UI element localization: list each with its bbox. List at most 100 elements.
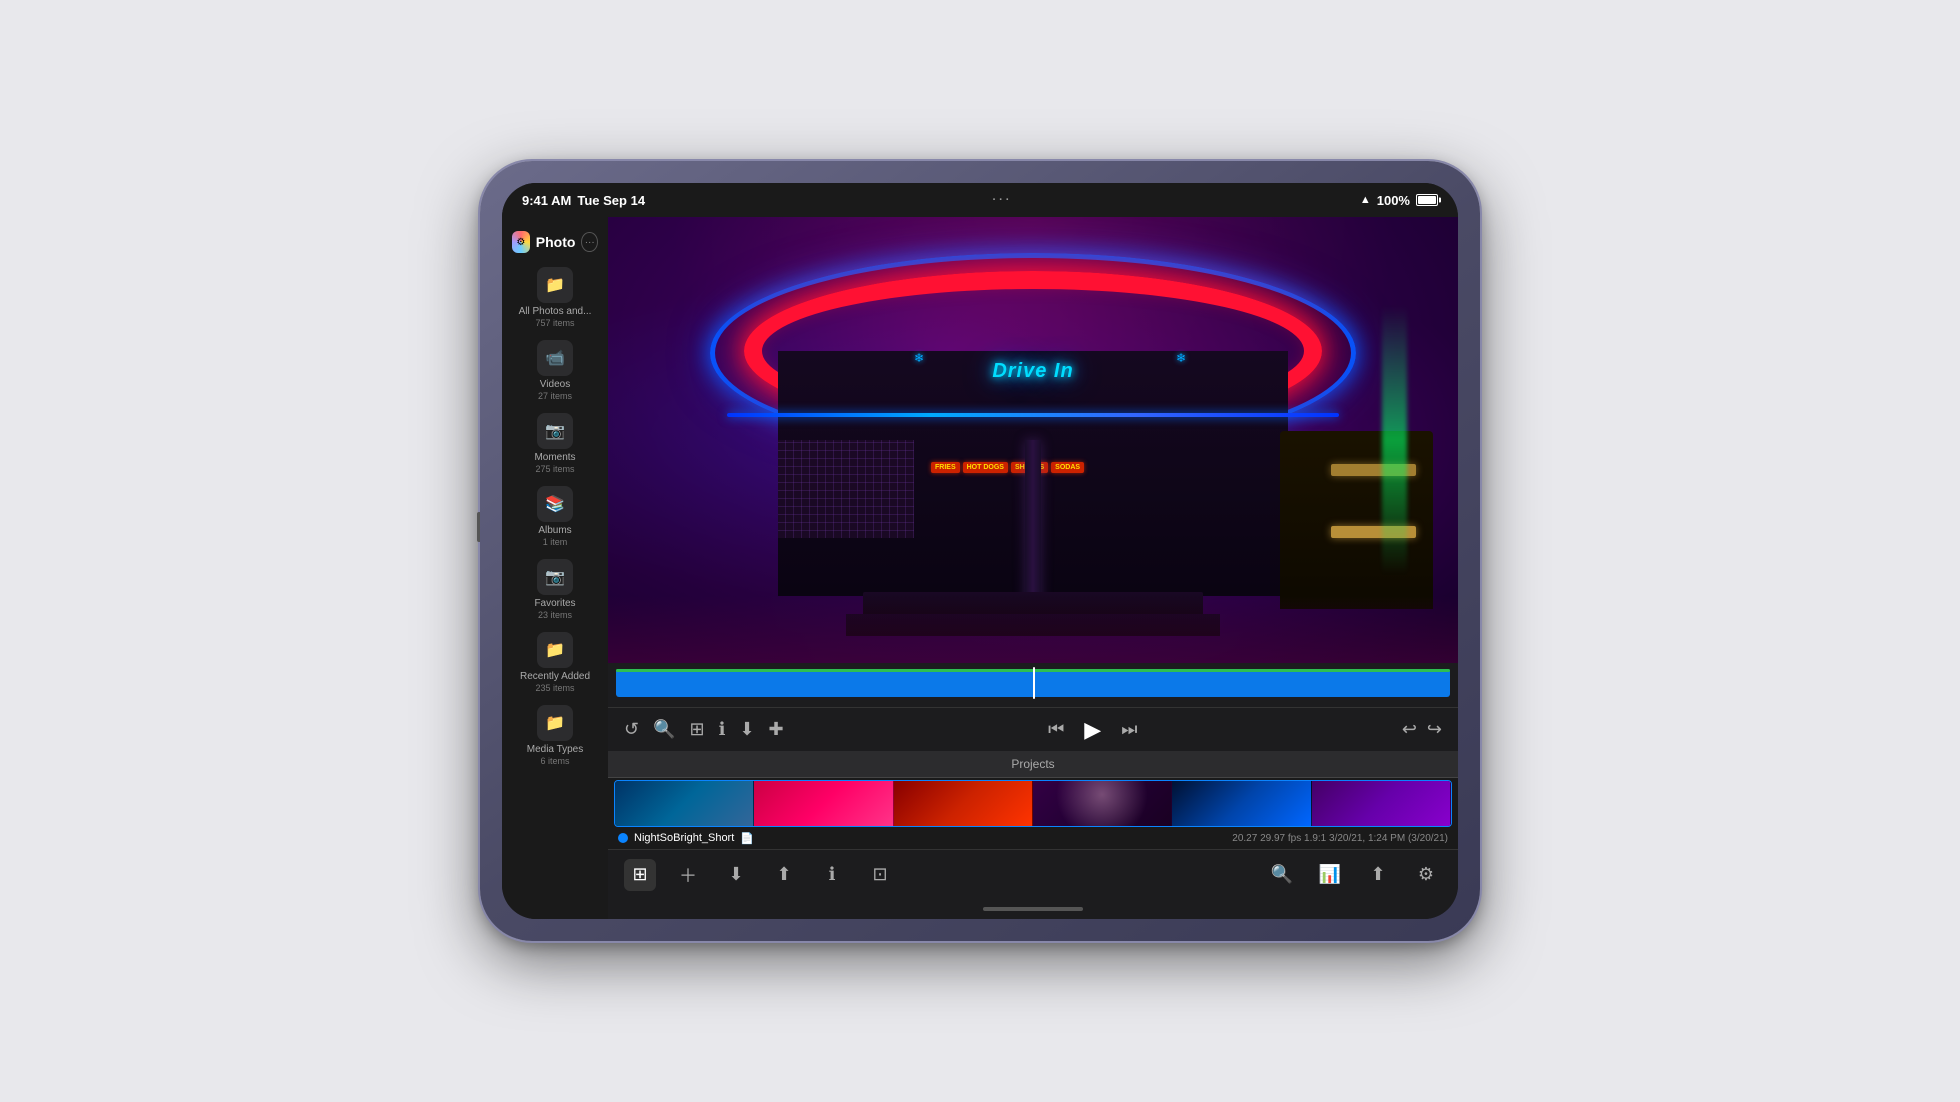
favorites-icon: 📷 [537,559,573,595]
battery-icon [1416,194,1438,206]
controls-left: ↺ 🔍 ⊞ ℹ ⬇ ✚ [624,719,784,740]
sidebar: ⚙ Photo ··· 📁 All Photos and... 757 item… [502,217,608,919]
filmstrip: NightSoBright_Short 📄 20.27 29.97 fps 1.… [608,777,1458,849]
add-media-button[interactable]: ✚ [769,719,784,740]
skip-forward-button[interactable]: ⏭ [1121,719,1137,740]
sidebar-item-moments[interactable]: 📷 Moments 275 items [502,407,608,480]
all-photos-icon: 📁 [537,267,573,303]
bottom-search-button[interactable]: 🔍 [1266,859,1298,891]
sidebar-header: ⚙ Photo ··· [502,225,608,261]
favorites-count: 23 items [538,610,572,620]
film-thumb-2 [754,781,893,826]
ipad-device: 9:41 AM Tue Sep 14 ··· ▲ 100% [480,161,1480,941]
bottom-info-button[interactable]: ℹ [816,859,848,891]
bottom-toolbar-left: ⊞ ＋ ⬇ ⬆ ℹ ⊡ [624,859,896,891]
bottom-share-button[interactable]: ⬆ [768,859,800,891]
film-doc-icon: 📄 [740,832,754,845]
sidebar-item-all-photos[interactable]: 📁 All Photos and... 757 items [502,261,608,334]
albums-count: 1 item [543,537,568,547]
sidebar-item-favorites[interactable]: 📷 Favorites 23 items [502,553,608,626]
favorites-label: Favorites [534,598,575,610]
projects-bar: Projects [608,751,1458,777]
play-button[interactable]: ▶ [1084,717,1101,743]
sidebar-menu-button[interactable]: ··· [581,232,598,252]
status-bar-left: 9:41 AM Tue Sep 14 [522,193,645,208]
side-button[interactable] [477,512,480,542]
media-types-icon: 📁 [537,705,573,741]
preview-image: Drive In ❄ ❄ FRIES [608,217,1458,663]
videos-label: Videos [540,379,570,391]
right-content: Drive In ❄ ❄ FRIES [608,217,1458,919]
bottom-settings-button[interactable]: ⚙ [1410,859,1442,891]
controls-bar: ↺ 🔍 ⊞ ℹ ⬇ ✚ ⏮ ▶ ⏭ ↩ [608,707,1458,751]
redo-icon[interactable]: ↪ [1427,719,1442,740]
wifi-icon: ▲ [1360,194,1371,206]
dots-indicator: ··· [992,194,1012,206]
all-photos-label: All Photos and... [519,306,592,318]
bottom-add-button[interactable]: ＋ [672,859,704,891]
recently-added-icon: 📁 [537,632,573,668]
filmstrip-thumbnails[interactable] [614,780,1452,827]
time-display: 9:41 AM [522,193,571,208]
download-button[interactable]: ⬇ [739,719,754,740]
moments-count: 275 items [535,464,574,474]
filmstrip-info: NightSoBright_Short 📄 20.27 29.97 fps 1.… [608,827,1458,849]
film-title-left: NightSoBright_Short 📄 [618,832,754,845]
recently-added-label: Recently Added [520,671,590,683]
device-screen: 9:41 AM Tue Sep 14 ··· ▲ 100% [502,183,1458,919]
search-button[interactable]: 🔍 [653,719,675,740]
view-toggle-button[interactable]: ⊞ [690,719,705,740]
device-frame: 9:41 AM Tue Sep 14 ··· ▲ 100% [480,161,1480,941]
timeline-playhead [1033,667,1035,699]
status-bar: 9:41 AM Tue Sep 14 ··· ▲ 100% [502,183,1458,217]
moments-icon: 📷 [537,413,573,449]
albums-icon: 📚 [537,486,573,522]
skip-back-button[interactable]: ⏮ [1048,719,1064,740]
film-thumb-5 [1172,781,1311,826]
home-bar [983,907,1083,911]
status-bar-center: ··· [992,194,1012,206]
bottom-library-button[interactable]: ⊞ [624,859,656,891]
info-button[interactable]: ℹ [719,719,726,740]
neon-sign-text: Drive In [992,360,1073,383]
photo-app-icon: ⚙ [512,231,530,253]
bottom-stats-button[interactable]: 📊 [1314,859,1346,891]
videos-icon: 📹 [537,340,573,376]
projects-label: Projects [1011,757,1054,771]
controls-right: ↩ ↪ [1402,719,1442,740]
status-bar-right: ▲ 100% [1360,193,1438,208]
date-display: Tue Sep 14 [577,193,645,208]
sidebar-item-albums[interactable]: 📚 Albums 1 item [502,480,608,553]
film-meta: 20.27 29.97 fps 1.9:1 3/20/21, 1:24 PM (… [1232,833,1448,844]
sidebar-item-videos[interactable]: 📹 Videos 27 items [502,334,608,407]
bottom-toolbar: ⊞ ＋ ⬇ ⬆ ℹ ⊡ 🔍 📊 ⬆ ⚙ [608,849,1458,899]
timeline-area [608,663,1458,707]
film-title: NightSoBright_Short [634,832,734,844]
home-indicator [608,899,1458,919]
videos-count: 27 items [538,391,572,401]
film-thumb-4 [1033,781,1172,826]
film-thumb-3 [894,781,1033,826]
film-thumb-1 [615,781,754,826]
battery-percent: 100% [1377,193,1410,208]
undo-icon[interactable]: ↩ [1402,719,1417,740]
controls-center: ⏮ ▶ ⏭ [1048,717,1137,743]
preview-area: Drive In ❄ ❄ FRIES [608,217,1458,663]
sidebar-title: Photo [536,234,576,250]
sidebar-item-media-types[interactable]: 📁 Media Types 6 items [502,699,608,772]
bottom-toolbar-right: 🔍 📊 ⬆ ⚙ [1266,859,1442,891]
sidebar-item-recently-added[interactable]: 📁 Recently Added 235 items [502,626,608,699]
moments-label: Moments [534,452,575,464]
media-types-label: Media Types [527,744,584,756]
media-types-count: 6 items [540,756,569,766]
main-area: ⚙ Photo ··· 📁 All Photos and... 757 item… [502,217,1458,919]
recently-added-count: 235 items [535,683,574,693]
albums-label: Albums [538,525,571,537]
record-dot [618,833,628,843]
diner-scene: Drive In ❄ ❄ FRIES [608,217,1458,663]
undo-button[interactable]: ↺ [624,719,639,740]
bottom-trash-button[interactable]: ⊡ [864,859,896,891]
all-photos-count: 757 items [535,318,574,328]
bottom-export-button[interactable]: ⬇ [720,859,752,891]
bottom-upload-button[interactable]: ⬆ [1362,859,1394,891]
